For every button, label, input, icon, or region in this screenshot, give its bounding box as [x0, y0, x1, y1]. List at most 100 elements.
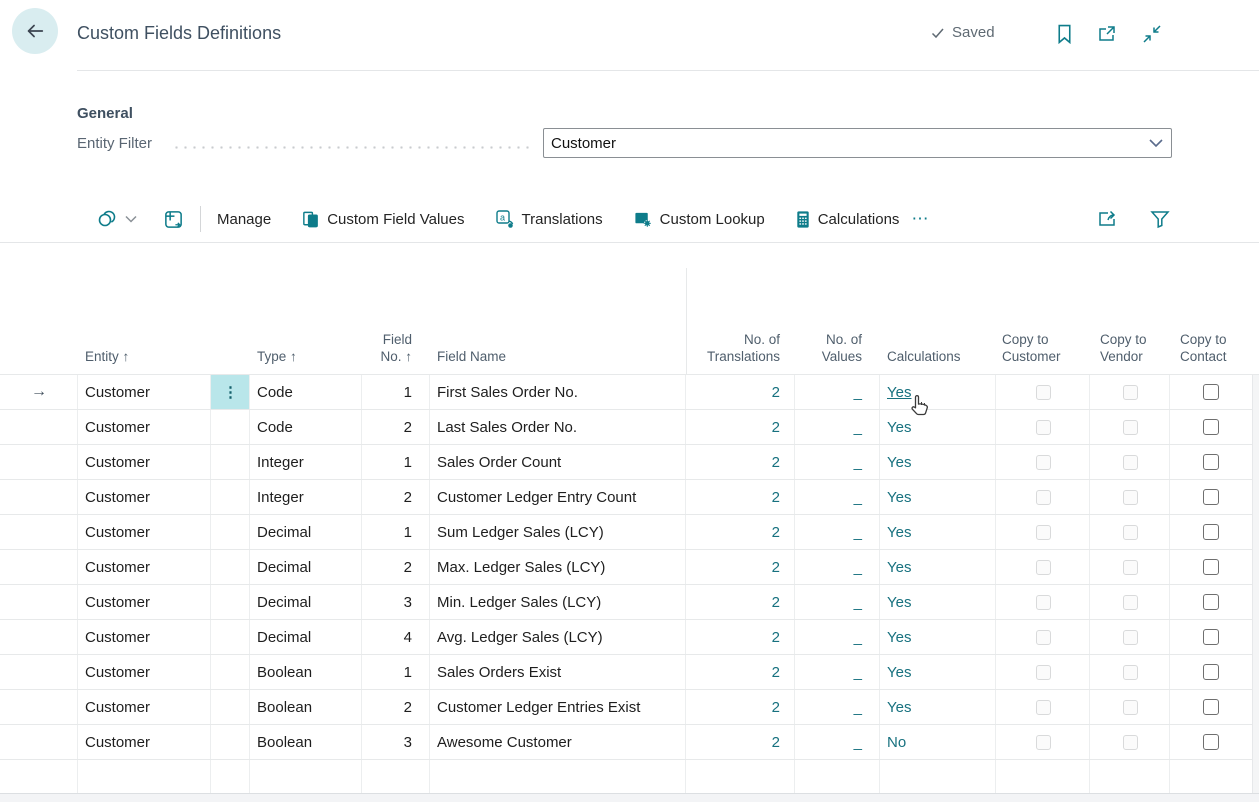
- cell-calculations-link[interactable]: Yes: [880, 515, 996, 549]
- copy-to-contact-checkbox[interactable]: [1203, 419, 1219, 435]
- cell-no-of-values-link[interactable]: _: [795, 375, 880, 409]
- copy-to-contact-checkbox[interactable]: [1203, 699, 1219, 715]
- cell-field-name[interactable]: Customer Ledger Entry Count: [430, 480, 686, 514]
- cell-no-of-values-link[interactable]: _: [795, 620, 880, 654]
- cell-no-of-values-link[interactable]: _: [795, 690, 880, 724]
- row-menu-cell[interactable]: [211, 655, 250, 689]
- cell-no-of-translations-link[interactable]: 2: [686, 375, 795, 409]
- column-header-field-name[interactable]: Field Name: [430, 348, 686, 374]
- cell-no-of-values-link[interactable]: _: [795, 480, 880, 514]
- cell-field-name[interactable]: Avg. Ledger Sales (LCY): [430, 620, 686, 654]
- translations-button[interactable]: a Translations: [491, 203, 607, 235]
- cell-type[interactable]: Code: [250, 410, 362, 444]
- cell-field-no[interactable]: 4: [362, 620, 430, 654]
- cell-field-name[interactable]: Sales Orders Exist: [430, 655, 686, 689]
- cell-field-no[interactable]: 1: [362, 515, 430, 549]
- column-header-copy-to-contact[interactable]: Copy to Contact: [1170, 331, 1252, 374]
- cell-field-no[interactable]: 2: [362, 480, 430, 514]
- cell-no-of-values-link[interactable]: _: [795, 550, 880, 584]
- cell-calculations-link[interactable]: Yes: [880, 480, 996, 514]
- cell-entity[interactable]: Customer: [78, 725, 211, 759]
- row-menu-cell[interactable]: [211, 620, 250, 654]
- cell-field-no[interactable]: 2: [362, 690, 430, 724]
- cell-field-name[interactable]: Sum Ledger Sales (LCY): [430, 515, 686, 549]
- cell-calculations-link[interactable]: Yes: [880, 410, 996, 444]
- design-layout-button[interactable]: [159, 203, 188, 236]
- column-header-no-of-translations[interactable]: No. of Translations: [686, 331, 795, 374]
- copy-to-contact-checkbox[interactable]: [1203, 524, 1219, 540]
- copy-to-contact-checkbox[interactable]: [1203, 454, 1219, 470]
- copy-to-contact-checkbox[interactable]: [1203, 384, 1219, 400]
- cell-field-name[interactable]: Max. Ledger Sales (LCY): [430, 550, 686, 584]
- row-menu-cell[interactable]: [211, 410, 250, 444]
- cell-type[interactable]: Decimal: [250, 585, 362, 619]
- cell-calculations-link[interactable]: Yes: [880, 620, 996, 654]
- cell-entity[interactable]: Customer: [78, 515, 211, 549]
- cell-field-no[interactable]: 3: [362, 725, 430, 759]
- vertical-scrollbar[interactable]: [1252, 375, 1259, 793]
- cell-field-name[interactable]: First Sales Order No.: [430, 375, 686, 409]
- cell-calculations-link[interactable]: Yes: [880, 550, 996, 584]
- cell-no-of-translations-link[interactable]: 2: [686, 445, 795, 479]
- row-menu-cell[interactable]: [211, 480, 250, 514]
- copy-to-contact-checkbox[interactable]: [1203, 594, 1219, 610]
- cell-entity[interactable]: Customer: [78, 690, 211, 724]
- cell-no-of-translations-link[interactable]: 2: [686, 515, 795, 549]
- entity-filter-select[interactable]: Customer: [543, 128, 1172, 158]
- cell-entity[interactable]: Customer: [78, 410, 211, 444]
- cell-field-no[interactable]: 2: [362, 550, 430, 584]
- cell-no-of-translations-link[interactable]: 2: [686, 585, 795, 619]
- cell-no-of-translations-link[interactable]: 2: [686, 410, 795, 444]
- cell-no-of-translations-link[interactable]: 2: [686, 655, 795, 689]
- cell-entity[interactable]: Customer: [78, 655, 211, 689]
- bookmark-button[interactable]: [1051, 21, 1077, 47]
- cell-entity[interactable]: Customer: [78, 585, 211, 619]
- collapse-button[interactable]: [1139, 21, 1165, 47]
- cell-calculations-link[interactable]: No: [880, 725, 996, 759]
- row-menu-cell[interactable]: [211, 550, 250, 584]
- cell-calculations-link[interactable]: Yes: [880, 375, 996, 409]
- cell-entity[interactable]: Customer: [78, 550, 211, 584]
- cell-field-name[interactable]: Min. Ledger Sales (LCY): [430, 585, 686, 619]
- row-menu-cell[interactable]: ⋮: [211, 375, 250, 409]
- cell-field-no[interactable]: 3: [362, 585, 430, 619]
- cell-no-of-translations-link[interactable]: 2: [686, 550, 795, 584]
- cell-field-no[interactable]: 1: [362, 655, 430, 689]
- more-options-button[interactable]: ⋯: [903, 203, 938, 235]
- table-row-empty[interactable]: [0, 760, 1259, 793]
- cell-type[interactable]: Decimal: [250, 550, 362, 584]
- cell-type[interactable]: Integer: [250, 480, 362, 514]
- copy-to-contact-checkbox[interactable]: [1203, 734, 1219, 750]
- cell-no-of-translations-link[interactable]: 2: [686, 620, 795, 654]
- cell-entity[interactable]: Customer: [78, 620, 211, 654]
- cell-type[interactable]: Boolean: [250, 690, 362, 724]
- share-button[interactable]: [1092, 203, 1122, 235]
- row-menu-cell[interactable]: [211, 445, 250, 479]
- cell-no-of-values-link[interactable]: _: [795, 410, 880, 444]
- cell-field-name[interactable]: Awesome Customer: [430, 725, 686, 759]
- cell-no-of-translations-link[interactable]: 2: [686, 480, 795, 514]
- column-header-copy-to-customer[interactable]: Copy to Customer: [996, 331, 1090, 374]
- back-button[interactable]: [12, 8, 58, 54]
- copy-to-contact-checkbox[interactable]: [1203, 664, 1219, 680]
- cell-no-of-values-link[interactable]: _: [795, 725, 880, 759]
- cell-calculations-link[interactable]: Yes: [880, 585, 996, 619]
- cell-no-of-values-link[interactable]: _: [795, 585, 880, 619]
- copy-to-contact-checkbox[interactable]: [1203, 629, 1219, 645]
- row-menu-cell[interactable]: [211, 725, 250, 759]
- cell-type[interactable]: Boolean: [250, 725, 362, 759]
- row-menu-cell[interactable]: [211, 515, 250, 549]
- cell-type[interactable]: Decimal: [250, 515, 362, 549]
- cell-type[interactable]: Decimal: [250, 620, 362, 654]
- cell-entity[interactable]: Customer: [78, 445, 211, 479]
- cell-no-of-translations-link[interactable]: 2: [686, 725, 795, 759]
- cell-entity[interactable]: Customer: [78, 480, 211, 514]
- cell-calculations-link[interactable]: Yes: [880, 690, 996, 724]
- custom-lookup-button[interactable]: Custom Lookup: [629, 204, 769, 235]
- row-menu-cell[interactable]: [211, 690, 250, 724]
- row-menu-cell[interactable]: [211, 585, 250, 619]
- copy-to-contact-checkbox[interactable]: [1203, 559, 1219, 575]
- column-header-type[interactable]: Type ↑: [250, 348, 362, 374]
- ellipsis-menu-icon[interactable]: ⋮: [223, 385, 238, 400]
- open-in-new-window-button[interactable]: [1094, 21, 1120, 47]
